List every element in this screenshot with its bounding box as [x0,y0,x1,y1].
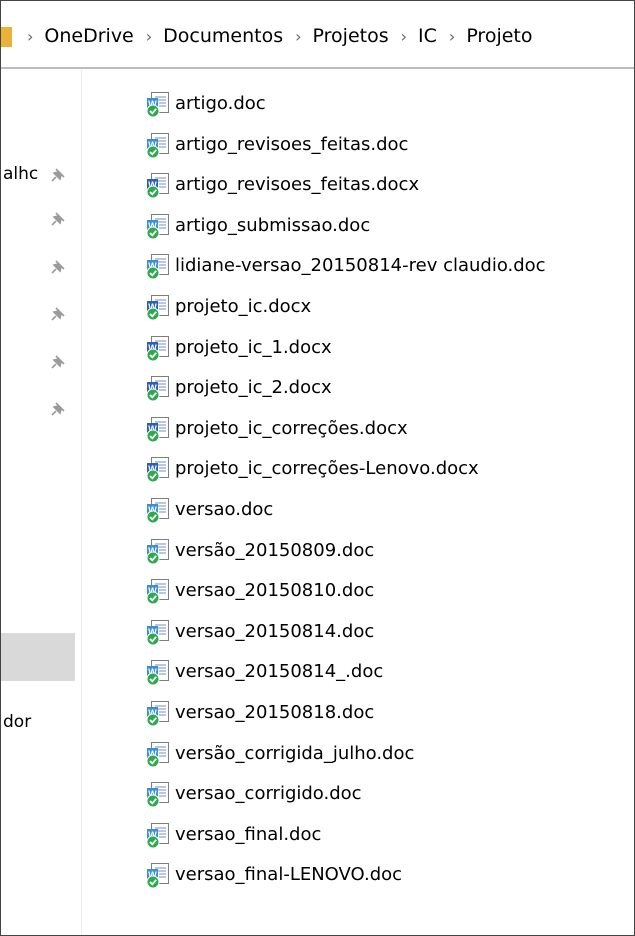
pin-icon[interactable] [49,305,67,323]
chevron-right-icon[interactable]: › [401,24,407,50]
address-bar[interactable]: › OneDrive › Documentos › Projetos › IC › Projeto [1,1,634,69]
file-name: projeto_ic_1.docx [175,336,332,358]
breadcrumb-onedrive[interactable]: OneDrive [44,23,133,49]
word-doc-icon: W [146,579,169,605]
folder-icon [1,27,12,47]
file-name: versão_corrigida_julho.doc [175,742,415,764]
file-item[interactable]: Wversao_20150814_.doc [145,657,383,687]
file-name: versao_final.doc [175,823,322,845]
file-item[interactable]: Wartigo.doc [145,89,266,119]
file-item[interactable]: Wversao.doc [145,495,273,525]
word-doc-icon: W [146,132,169,159]
file-item[interactable]: Wversao_final.doc [145,820,321,850]
file-name: artigo_submissao.doc [175,214,371,236]
file-item[interactable]: Wartigo_revisoes_feitas.doc [145,130,408,160]
file-item[interactable]: Wprojeto_ic_correções-Lenovo.docx [145,454,479,484]
pin-icon[interactable] [49,400,67,418]
file-item[interactable]: Wversão_corrigida_julho.doc [145,739,414,769]
word-docx-icon: W [146,457,169,483]
word-doc-icon: W [146,498,169,524]
navigation-pane: alhc dor [1,69,82,935]
file-item[interactable]: Wartigo_revisoes_feitas.docx [145,170,419,200]
word-doc-icon: W [146,741,169,768]
breadcrumb-ic[interactable]: IC [418,23,437,49]
pin-icon[interactable] [49,210,67,228]
word-doc-icon: W [146,660,169,686]
word-docx-icon: W [146,295,169,321]
file-name: versao_20150814_.doc [175,661,384,683]
file-name: artigo_revisoes_feitas.doc [175,133,409,155]
word-docx-icon: W [146,416,169,443]
file-explorer-window: › OneDrive › Documentos › Projetos › IC › Projeto… [0,0,635,936]
file-name: projeto_ic_correções.docx [175,417,408,439]
file-item[interactable]: Wprojeto_ic_1.docx [145,333,332,363]
file-item[interactable]: Wversao_20150810.doc [145,576,374,606]
word-doc-icon: W [146,92,169,118]
file-item[interactable]: Wversao_final-LENOVO.doc [145,860,402,890]
chevron-right-icon[interactable]: › [449,24,455,50]
word-docx-icon: W [146,376,169,402]
word-doc-icon: W [146,619,169,646]
word-docx-icon: W [146,335,169,362]
chevron-right-icon[interactable]: › [146,24,152,50]
file-name: projeto_ic_2.docx [175,377,332,399]
file-item[interactable]: Wversao_20150818.doc [145,698,374,728]
pin-icon[interactable] [49,166,67,184]
file-item[interactable]: Wartigo_submissao.doc [145,211,370,241]
file-name: versao_final-LENOVO.doc [175,864,403,886]
file-item[interactable]: Wversao_20150814.doc [145,617,374,647]
file-name: artigo.doc [175,93,266,114]
file-item[interactable]: Wprojeto_ic_correções.docx [145,414,408,444]
file-name: artigo_revisoes_feitas.docx [175,174,420,196]
file-name: versao_20150818.doc [175,702,375,723]
file-item[interactable]: Wprojeto_ic.docx [145,292,311,322]
breadcrumb-projeto[interactable]: Projeto [466,23,532,49]
chevron-right-icon[interactable]: › [295,24,301,50]
breadcrumb-documentos[interactable]: Documentos [163,23,283,49]
file-name: lidiane-versao_20150814-rev claudio.doc [175,255,546,277]
file-item[interactable]: Wlidiane-versao_20150814-rev claudio.doc [145,251,546,281]
file-name: versao_20150810.doc [175,580,375,602]
file-item[interactable]: Wversão_20150809.doc [145,536,374,566]
file-item[interactable]: Wprojeto_ic_2.docx [145,373,332,403]
breadcrumb-projetos[interactable]: Projetos [313,23,389,49]
nav-item-selected[interactable] [1,633,75,681]
word-doc-icon: W [146,822,169,849]
word-doc-icon: W [146,782,169,808]
chevron-right-icon[interactable]: › [27,24,33,50]
word-doc-icon: W [146,213,169,240]
word-doc-icon: W [146,701,169,727]
file-name: projeto_ic_correções-Lenovo.docx [175,458,479,480]
file-item[interactable]: Wversao_corrigido.doc [145,779,362,809]
file-name: versao.doc [175,499,274,520]
file-name: versão_20150809.doc [175,539,375,561]
breadcrumb: › OneDrive › Documentos › Projetos › IC › Projeto [27,23,545,50]
pin-icon[interactable] [49,258,67,276]
pin-icon[interactable] [49,353,67,371]
word-doc-icon: W [146,863,169,889]
nav-item-label-partial[interactable]: dor [3,711,31,733]
file-name: versao_corrigido.doc [175,783,362,805]
word-docx-icon: W [146,173,169,199]
word-doc-icon: W [146,538,169,565]
word-doc-icon: W [146,254,169,280]
file-name: projeto_ic.docx [175,296,312,317]
nav-item-label-partial[interactable]: alhc [3,163,38,185]
file-name: versao_20150814.doc [175,620,375,642]
